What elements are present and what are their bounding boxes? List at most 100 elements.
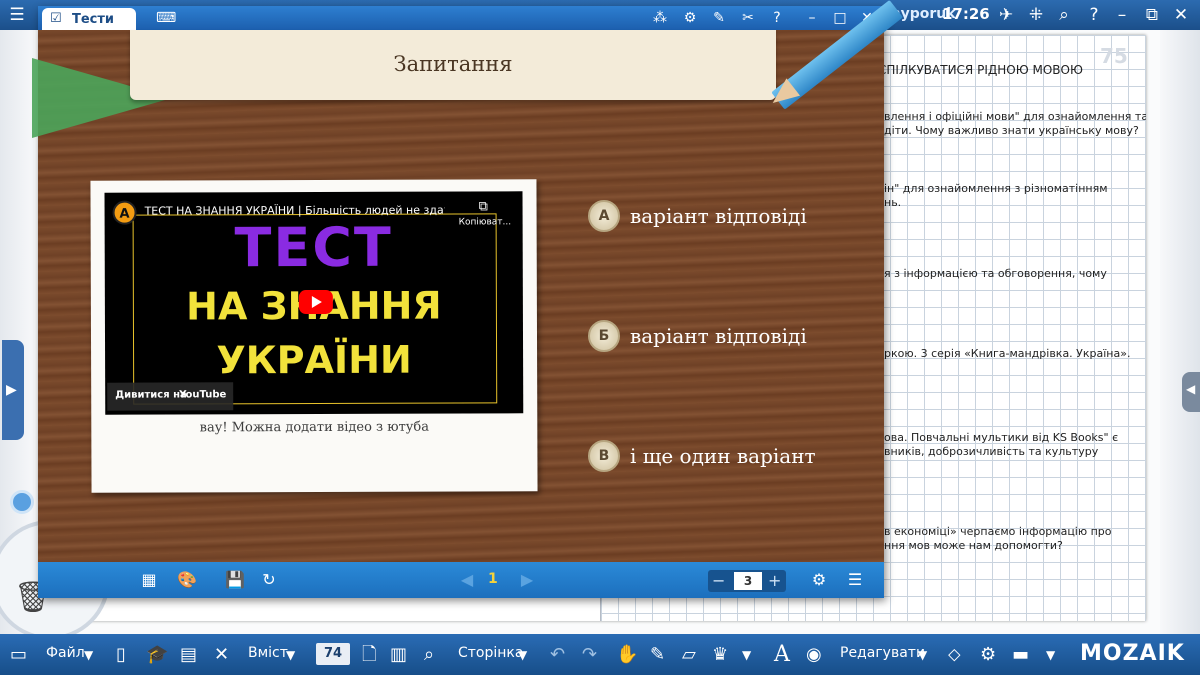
zoom-in-button[interactable]: + (768, 571, 781, 590)
layout-icon[interactable]: ▦ (138, 570, 160, 590)
test-window: ☑ Тести ⌨ ⁂ ⚙ ✎ ✂ ? – □ ✕ Запитання A ТЕ… (32, 0, 903, 598)
save-icon[interactable]: 💾 (224, 570, 246, 590)
restore-icon[interactable]: ⧉ (1141, 4, 1163, 26)
close-icon[interactable]: ✕ (1170, 4, 1192, 26)
pointer-icon[interactable]: ◉ (806, 643, 822, 667)
right-edge (1160, 30, 1200, 634)
hand-icon[interactable]: ✋ (616, 643, 638, 667)
expand-right-icon[interactable]: ◀ (1186, 382, 1195, 396)
window-maximize-icon[interactable]: □ (830, 9, 850, 27)
current-question-number: 1 (488, 571, 498, 587)
book-line: ін" для ознайомлення з різноматінням (884, 182, 1108, 195)
brushes-icon[interactable]: ♛ (712, 643, 728, 667)
add-page-icon[interactable]: 🗋 (362, 643, 376, 667)
help-icon[interactable]: ? (1083, 4, 1105, 26)
tools-icon[interactable]: ✂ (738, 9, 758, 27)
book-line: ркою. 3 серія «Книга-мандрівка. Україна»… (884, 347, 1131, 360)
book-icon[interactable]: ▯ (116, 643, 126, 667)
book-heading: СПІЛКУВАТИСЯ РІДНОЮ МОВОЮ (878, 63, 1083, 77)
zoom-value[interactable]: 3 (734, 572, 762, 590)
window-titlebar[interactable]: ☑ Тести ⌨ ⁂ ⚙ ✎ ✂ ? – □ ✕ (38, 6, 884, 30)
text-tool-icon[interactable]: A (774, 643, 790, 667)
search-icon[interactable]: ⌕ (1053, 4, 1075, 26)
expand-left-icon[interactable]: ▶ (6, 382, 17, 398)
tray-dropdown-icon[interactable]: ▼ (1046, 643, 1055, 667)
pen-icon[interactable]: ✎ (650, 643, 665, 667)
answer-option-b[interactable]: Б варіант відповіді (588, 316, 888, 356)
page-menu[interactable]: Сторінка (458, 645, 523, 661)
edit-dropdown-icon[interactable]: ▼ (918, 643, 927, 667)
question-banner: Запитання (130, 30, 776, 100)
menu-icon[interactable]: ☰ (6, 4, 28, 26)
answer-option-a[interactable]: А варіант відповіді (588, 196, 888, 236)
window-tab[interactable]: ☑ Тести (42, 8, 136, 30)
edit-icon[interactable]: ✎ (709, 9, 729, 27)
window-minimize-icon[interactable]: – (802, 9, 822, 27)
content-menu[interactable]: Вміст (248, 645, 288, 661)
next-page-icon[interactable]: ▶ (516, 570, 538, 590)
notes-icon[interactable]: ▤ (180, 643, 197, 667)
mozaik-logo: MOZAIK (1080, 641, 1185, 666)
answer-text[interactable]: варіант відповіді (630, 204, 807, 228)
youtube-logo: YouTube (179, 389, 227, 401)
select-icon[interactable]: ⬦ (948, 643, 961, 667)
book-line: діти. Чому важливо знати українську мову… (884, 124, 1139, 137)
book-line: нь. (884, 196, 902, 209)
hat-icon[interactable]: 🎓 (146, 643, 168, 667)
test-settings-icon[interactable]: ⚙ (808, 570, 830, 590)
youtube-video[interactable]: A ТЕСТ НА ЗНАННЯ УКРАЇНИ | Більшість люд… (104, 191, 524, 415)
page-number-field[interactable]: 74 (316, 643, 350, 665)
test-icon: ☑ (50, 11, 62, 26)
redo-icon[interactable]: ↷ (582, 643, 597, 667)
tool-ball-icon[interactable] (10, 490, 34, 514)
window-title: Тести (72, 12, 115, 27)
answer-text[interactable]: варіант відповіді (630, 324, 807, 348)
undo-icon[interactable]: ↶ (550, 643, 565, 667)
pen-dropdown-icon[interactable]: ▼ (742, 643, 751, 667)
wood-board: Запитання A ТЕСТ НА ЗНАННЯ УКРАЇНИ | Біл… (32, 0, 903, 562)
settings-icon[interactable]: ⁜ (1025, 4, 1047, 26)
play-icon[interactable] (311, 295, 322, 309)
zoom-out-button[interactable]: − (712, 571, 725, 590)
window-help-icon[interactable]: ? (767, 9, 787, 27)
test-toolbar: ▦ 🎨 💾 ↻ ◀ 1 ▶ − 3 + ⚙ ☰ (38, 562, 884, 598)
book-page-number: 75 (1100, 44, 1128, 68)
file-menu[interactable]: Файл (46, 645, 85, 661)
settings-gear-icon[interactable]: ⚙ (980, 643, 996, 667)
zoom-stepper: − 3 + (708, 570, 786, 592)
book-line: влення і офіційні мови" для ознайомлення… (884, 110, 1146, 123)
clock: 17:26 (942, 5, 990, 23)
keyboard-icon[interactable]: ⌨ (156, 10, 176, 26)
answer-text[interactable]: і ще один варіант (630, 444, 816, 468)
book-line: вників, доброзичливість та культуру (884, 445, 1099, 458)
copy-link-icon[interactable]: ⧉ (479, 199, 488, 214)
answer-badge[interactable]: А (588, 200, 620, 232)
answer-badge[interactable]: Б (588, 320, 620, 352)
zoom-icon[interactable]: ⌕ (424, 643, 434, 667)
book-line: ова. Повчальні мультики від KS Books" є (884, 431, 1119, 444)
prev-page-icon[interactable]: ◀ (456, 570, 478, 590)
page-dropdown-icon[interactable]: ▼ (518, 643, 527, 667)
media-card: A ТЕСТ НА ЗНАННЯ УКРАЇНИ | Більшість люд… (90, 179, 538, 493)
reset-icon[interactable]: ↻ (258, 570, 280, 590)
answer-badge[interactable]: В (588, 440, 620, 472)
watch-on-youtube-button[interactable]: Дивитися на YouTube (107, 382, 234, 411)
palette-icon[interactable]: 🎨 (176, 570, 198, 590)
shuffle-icon[interactable]: ⚙ (680, 9, 700, 27)
rocket-icon[interactable]: ✈ (995, 4, 1017, 26)
main-toolbar: ▭ Файл ▼ ▯ 🎓 ▤ ✕ Вміст ▼ 74 🗋 ▥ ⌕ Сторін… (0, 634, 1200, 675)
watch-on-label: Дивитися на (115, 389, 187, 401)
list-icon[interactable]: ☰ (844, 570, 866, 590)
share-icon[interactable]: ⁂ (650, 9, 670, 27)
tools-icon[interactable]: ✕ (214, 643, 229, 667)
content-dropdown-icon[interactable]: ▼ (286, 643, 295, 667)
two-pages-icon[interactable]: ▥ (390, 643, 407, 667)
answer-option-c[interactable]: В і ще один варіант (588, 436, 888, 476)
file-dropdown-icon[interactable]: ▼ (84, 643, 93, 667)
board-icon[interactable]: ▭ (10, 643, 27, 667)
tray-icon[interactable]: ▬ (1012, 643, 1029, 667)
eraser-icon[interactable]: ▱ (682, 643, 696, 667)
minimize-icon[interactable]: – (1111, 4, 1133, 26)
edit-menu[interactable]: Редагувати (840, 645, 925, 661)
book-line: я з інформацією та обговорення, чому (884, 267, 1107, 280)
